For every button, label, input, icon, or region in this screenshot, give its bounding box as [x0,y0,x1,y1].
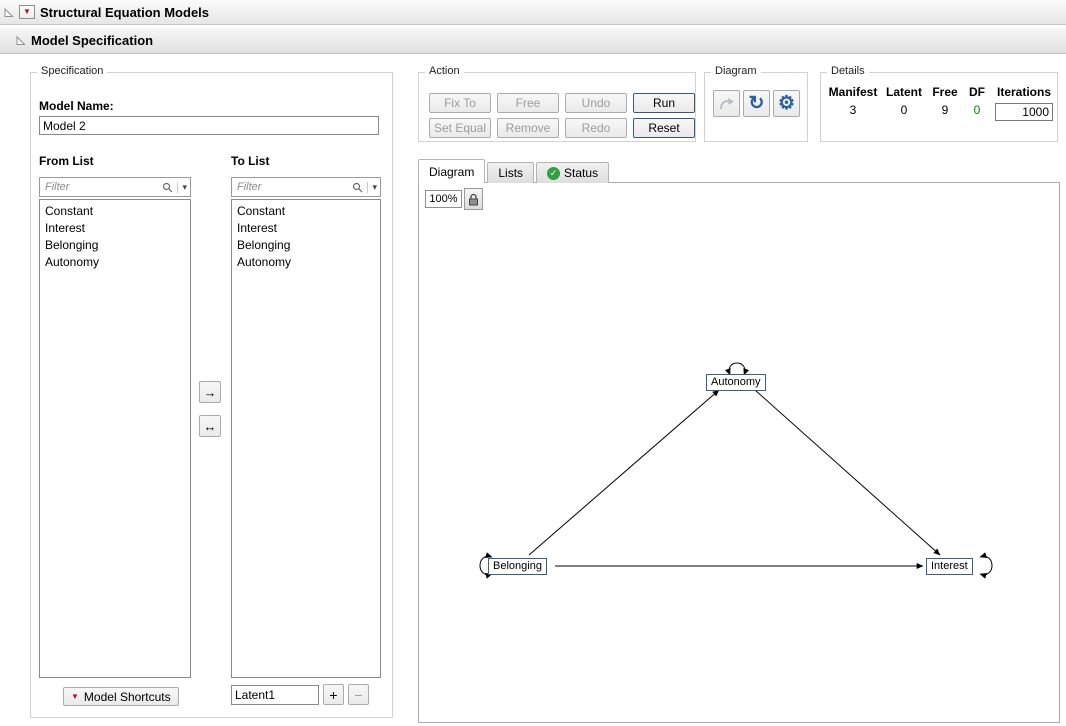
iterations-label: Iterations [997,85,1051,99]
diagram-settings-button[interactable]: ⚙ [773,90,800,117]
to-list[interactable]: Constant Interest Belonging Autonomy [231,199,381,678]
undo-button[interactable]: Undo [565,93,627,113]
list-item[interactable]: Autonomy [40,254,190,271]
red-triangle-menu[interactable]: ▼ [19,5,35,19]
model-shortcuts-button[interactable]: ▼ Model Shortcuts [63,687,179,706]
section-title: Model Specification [31,33,153,48]
edge-autonomy-interest[interactable] [755,390,940,555]
from-list-label: From List [39,154,94,168]
node-belonging[interactable]: Belonging [488,558,547,575]
free-label: Free [932,85,957,99]
run-button[interactable]: Run [633,93,695,113]
latent-label: Latent [886,85,922,99]
filter-dropdown-icon[interactable]: ▾ [367,182,377,193]
from-list-filter: ▾ [39,177,191,197]
diagram-controls-panel: Diagram ↻ ⚙ [704,72,808,142]
set-equal-button[interactable]: Set Equal [429,118,491,138]
details-panel: Details Manifest 3 Latent 0 Free 9 DF 0 … [820,72,1058,142]
details-legend: Details [827,65,869,77]
curved-arrow-button[interactable] [713,90,740,117]
specification-legend: Specification [37,65,107,77]
list-item[interactable]: Constant [40,203,190,220]
tab-lists-label: Lists [498,164,523,183]
lock-zoom-button[interactable] [464,188,483,210]
add-two-way-path-button[interactable]: ↔ [199,415,221,437]
model-shortcuts-label: Model Shortcuts [84,690,171,704]
from-list[interactable]: Constant Interest Belonging Autonomy [39,199,191,678]
list-item[interactable]: Interest [232,220,380,237]
red-triangle-icon: ▼ [71,693,79,701]
tab-diagram[interactable]: Diagram [418,159,485,183]
iterations-input[interactable] [995,103,1053,121]
status-check-icon: ✓ [547,167,560,180]
tab-lists[interactable]: Lists [487,162,534,183]
redo-button[interactable]: Redo [565,118,627,138]
tab-bar: Diagram Lists ✓ Status [418,159,611,183]
tab-status-label: Status [564,164,598,183]
action-panel: Action Fix To Free Undo Run Set Equal Re… [418,72,696,142]
diagram-legend: Diagram [711,65,761,77]
node-autonomy[interactable]: Autonomy [706,374,766,391]
diagram-canvas[interactable]: 100% Autonomy Belonging Interest [418,182,1060,723]
fix-to-button[interactable]: Fix To [429,93,491,113]
refresh-layout-button[interactable]: ↻ [743,90,770,117]
search-icon [162,182,173,193]
free-button[interactable]: Free [497,93,559,113]
from-filter-input[interactable] [43,180,162,194]
gear-icon: ⚙ [778,94,795,113]
add-latent-button[interactable]: + [323,684,344,705]
latent-name-input[interactable] [231,685,319,705]
outline-header-main: ▼ Structural Equation Models [0,0,1066,25]
remove-latent-button[interactable]: − [348,684,369,705]
list-item[interactable]: Belonging [232,237,380,254]
df-label: DF [969,85,985,99]
list-item[interactable]: Belonging [40,237,190,254]
red-triangle-icon: ▼ [23,8,31,16]
to-list-label: To List [231,154,269,168]
manifest-label: Manifest [829,85,878,99]
list-item[interactable]: Autonomy [232,254,380,271]
path-diagram-edges [419,183,1061,724]
disclosure-icon[interactable] [15,35,26,46]
reset-button[interactable]: Reset [633,118,695,138]
tab-diagram-label: Diagram [429,161,474,183]
curved-arrow-icon [718,96,735,112]
add-one-way-path-button[interactable]: → [199,381,221,403]
model-name-input[interactable] [39,116,379,135]
list-item[interactable]: Interest [40,220,190,237]
df-value: 0 [974,103,981,117]
filter-dropdown-icon[interactable]: ▾ [177,182,187,193]
action-buttons: Fix To Free Undo Run Set Equal Remove Re… [429,93,695,138]
remove-button[interactable]: Remove [497,118,559,138]
to-list-filter: ▾ [231,177,381,197]
variance-loop-interest[interactable] [980,556,992,574]
action-legend: Action [425,65,464,77]
zoom-level[interactable]: 100% [425,190,462,208]
manifest-value: 3 [850,103,857,117]
edge-belonging-autonomy[interactable] [529,390,719,555]
outline-header-model-specification: Model Specification [0,28,1066,54]
free-value: 9 [942,103,949,117]
search-icon [352,182,363,193]
to-filter-input[interactable] [235,180,352,194]
list-item[interactable]: Constant [232,203,380,220]
specification-panel: Specification Model Name: From List To L… [30,72,393,718]
refresh-icon: ↻ [749,94,765,113]
disclosure-icon[interactable] [3,7,14,18]
window-title: Structural Equation Models [40,5,209,20]
tab-status[interactable]: ✓ Status [536,162,609,183]
model-name-label: Model Name: [39,99,114,113]
lock-icon [468,193,479,206]
node-interest[interactable]: Interest [926,558,973,575]
latent-value: 0 [901,103,908,117]
